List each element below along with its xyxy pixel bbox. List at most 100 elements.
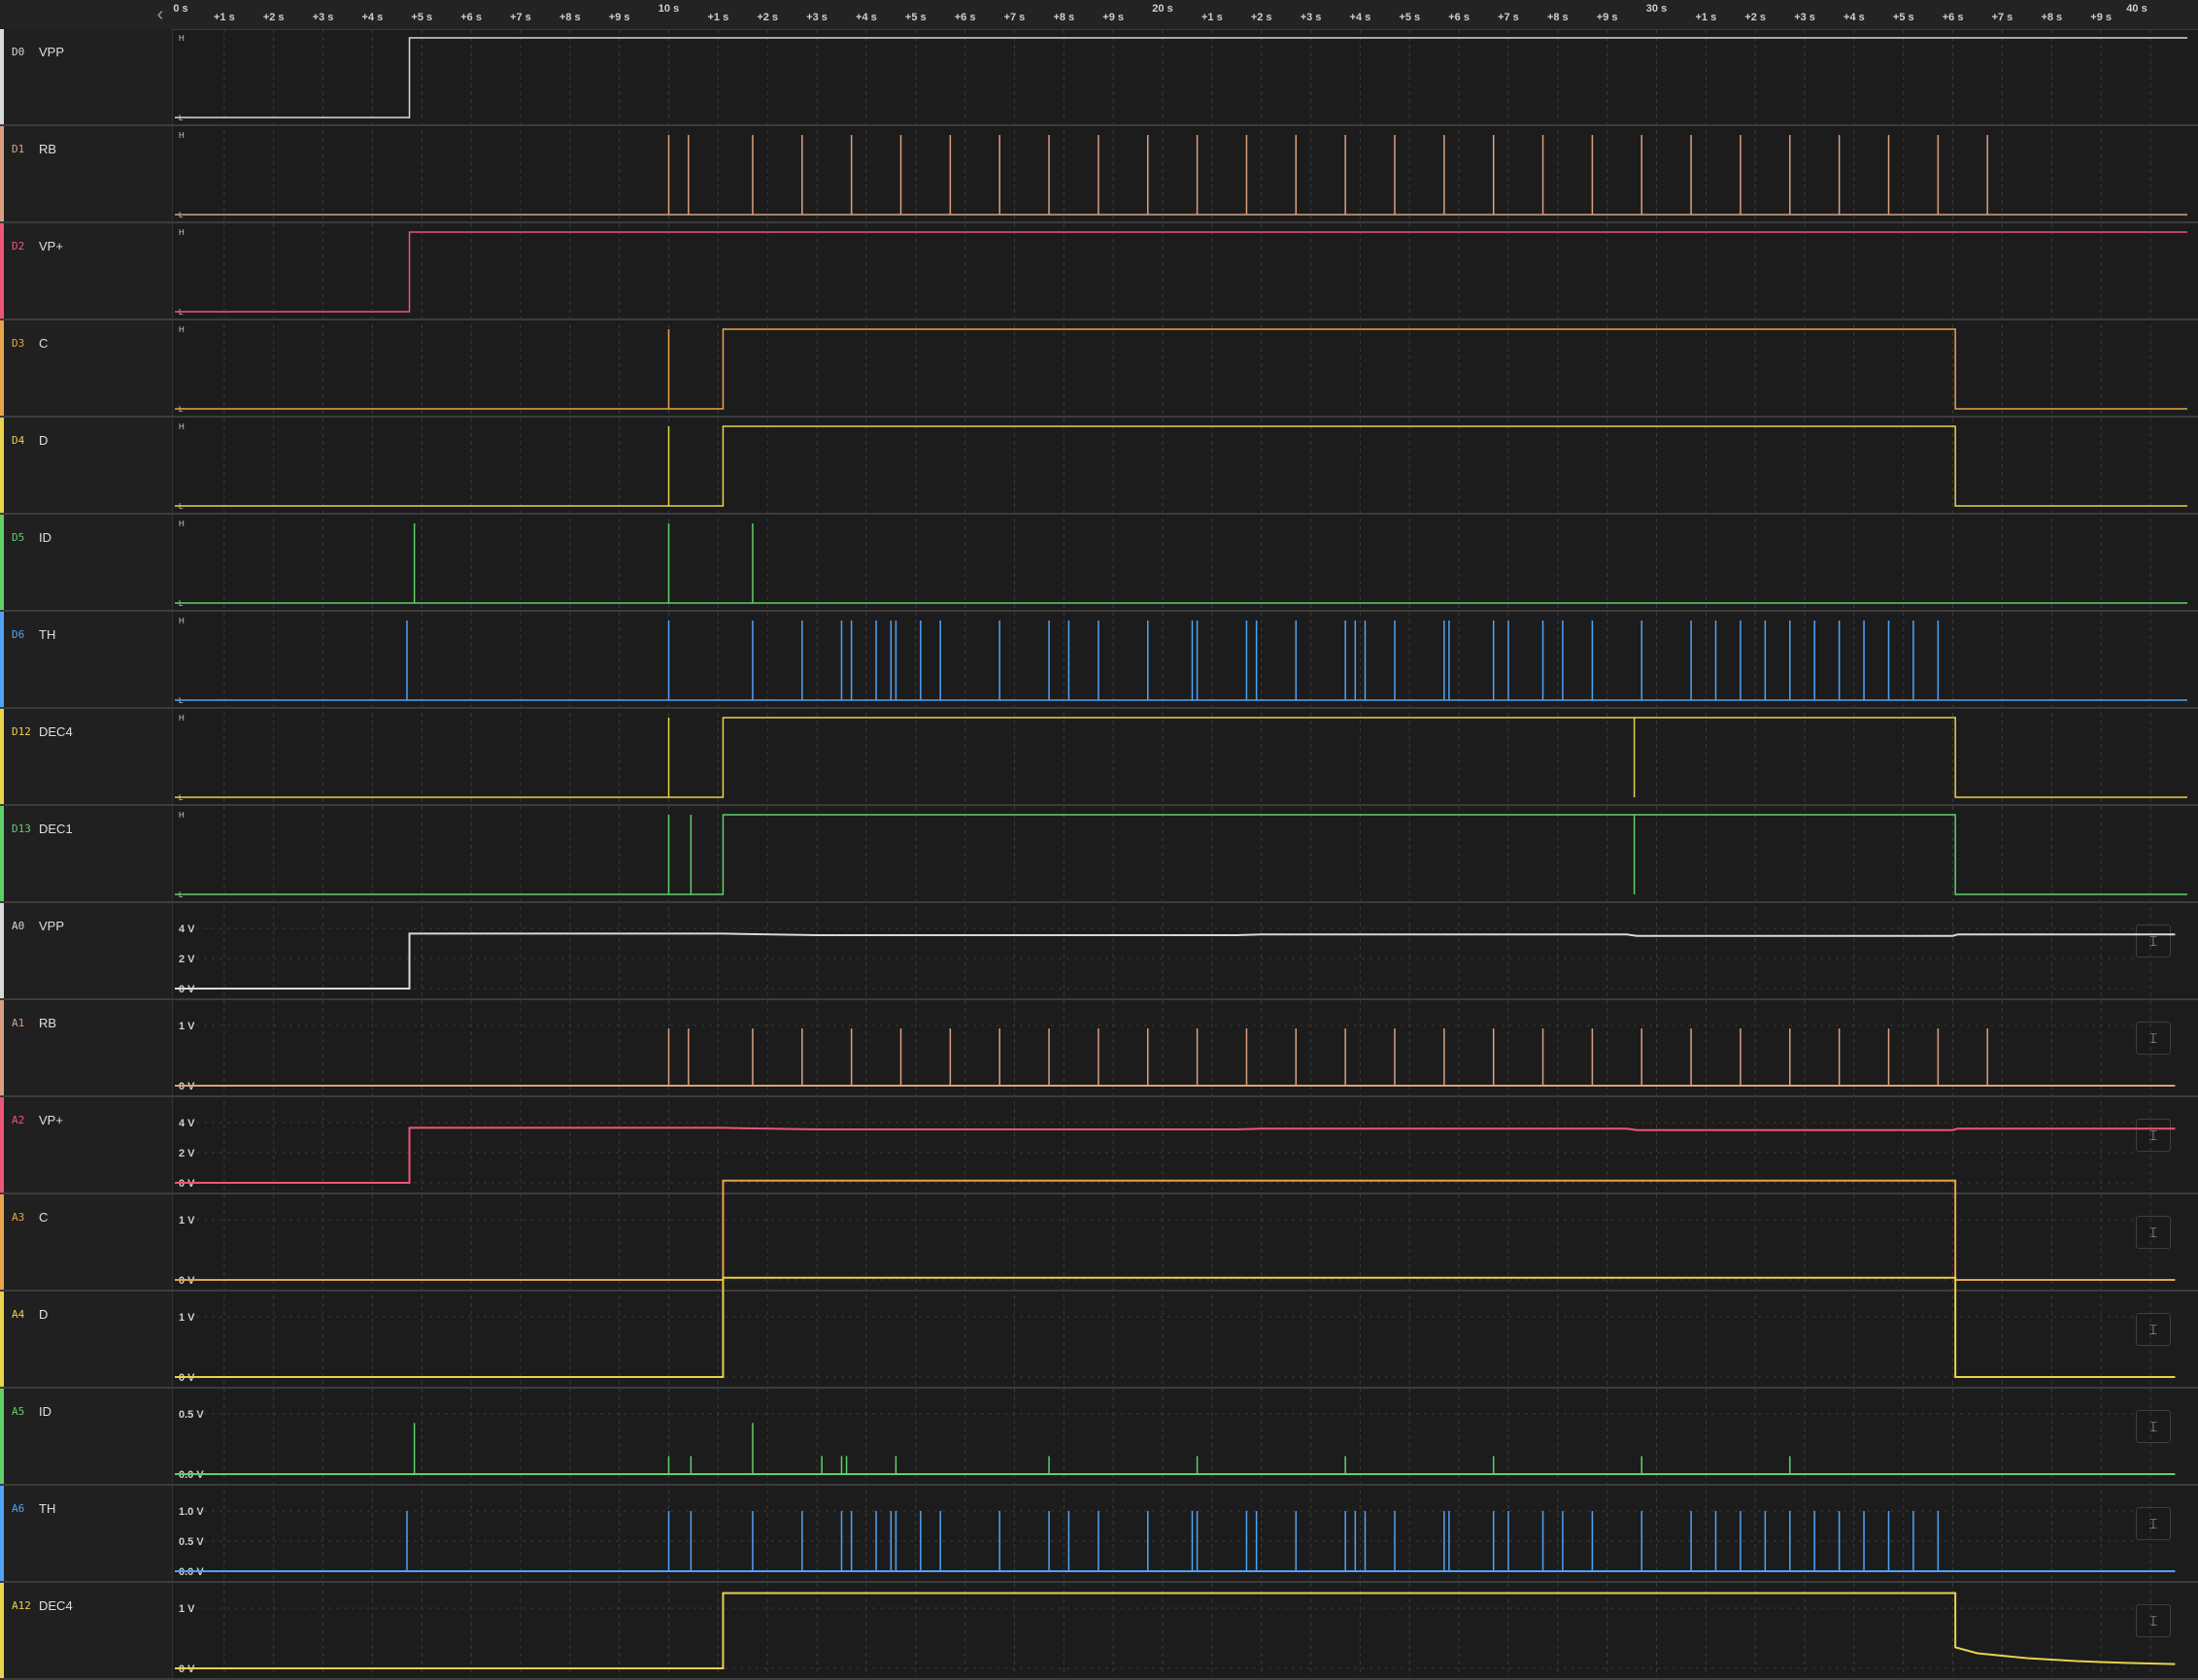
channel-name: RB [39,1016,57,1030]
channel-row-d1: D1 RB [0,126,2198,223]
ruler-minor-tick: +6 s [1448,12,1470,23]
ruler-minor-tick: +7 s [1991,12,2013,23]
fit-vertical-icon[interactable]: ⌶ [2136,1119,2171,1152]
channel-row-a1: A1 RB ⌶ [0,1000,2198,1097]
channel-label[interactable]: A0 VPP [0,903,173,998]
ruler-major-tick: 10 s [658,3,680,15]
ruler-minor-tick: +8 s [1053,12,1075,23]
channel-id: A1 [12,1017,25,1029]
ruler-major-tick: 40 s [2126,3,2147,15]
ruler-minor-tick: +4 s [361,12,384,23]
channel-row-a3: A3 C ⌶ [0,1194,2198,1292]
ruler-minor-tick: +2 s [1744,12,1767,23]
channel-label[interactable]: D6 TH [0,612,173,707]
ruler-minor-tick: +5 s [1892,12,1914,23]
ruler-minor-tick: +8 s [1546,12,1569,23]
channel-id: D13 [12,823,31,835]
channel-name: TH [39,627,56,642]
channel-label[interactable]: A12 DEC4 [0,1583,173,1678]
channel-name: D [39,1307,49,1322]
channel-label[interactable]: A4 D [0,1292,173,1387]
channel-row-d2: D2 VP+ [0,223,2198,320]
channel-id: D0 [12,46,25,58]
channel-row-d5: D5 ID [0,515,2198,612]
channel-name: C [39,1210,49,1225]
channel-row-d0: D0 VPP [0,29,2198,126]
channel-id: A6 [12,1502,25,1515]
channel-row-a5: A5 ID ⌶ [0,1389,2198,1486]
channel-row-d6: D6 TH [0,612,2198,709]
channel-label[interactable]: A6 TH [0,1486,173,1581]
ruler-minor-tick: +3 s [312,12,334,23]
channel-label[interactable]: D13 DEC1 [0,806,173,901]
ruler-minor-tick: +3 s [1794,12,1815,23]
channel-id: A2 [12,1114,25,1126]
channel-label[interactable]: D4 D [0,418,173,513]
channel-label[interactable]: A5 ID [0,1389,173,1484]
chevron-left-icon[interactable]: ‹ [146,2,175,27]
channel-row-d4: D4 D [0,418,2198,515]
ruler-major-tick: 20 s [1152,3,1173,15]
channel-label[interactable]: A1 RB [0,1000,173,1095]
channel-label[interactable]: D2 VP+ [0,223,173,319]
ruler-minor-tick: +4 s [1349,12,1371,23]
channel-name: C [39,336,49,351]
ruler-major-tick: 30 s [1645,3,1668,15]
channel-label[interactable]: D0 VPP [0,29,173,124]
channel-name: RB [39,142,57,156]
ruler-minor-tick: +6 s [460,12,482,23]
channel-id: D6 [12,628,25,641]
ruler-minor-tick: +2 s [757,12,779,23]
channel-row-a2: A2 VP+ ⌶ [0,1097,2198,1194]
ruler-minor-tick: +9 s [608,12,630,23]
channel-name: DEC4 [39,1598,73,1613]
ruler-minor-tick: +2 s [1250,12,1272,23]
channel-label[interactable]: A3 C [0,1194,173,1290]
ruler-minor-tick: +8 s [2041,12,2063,23]
channel-row-d3: D3 C [0,320,2198,418]
channel-label[interactable]: D5 ID [0,515,173,610]
channel-id: A4 [12,1308,25,1321]
channel-id: A3 [12,1211,25,1224]
channel-id: D12 [12,725,31,738]
channel-label[interactable]: D3 C [0,320,173,416]
fit-vertical-icon[interactable]: ⌶ [2136,1216,2171,1249]
ruler-minor-tick: +9 s [2090,12,2112,23]
channel-label[interactable]: D1 RB [0,126,173,221]
ruler-minor-tick: +7 s [1003,12,1026,23]
channel-row-d12: D12 DEC4 [0,709,2198,806]
channel-id: A5 [12,1405,25,1418]
channel-label[interactable]: D12 DEC4 [0,709,173,804]
ruler-minor-tick: +5 s [411,12,433,23]
channel-id: D2 [12,240,25,252]
ruler-minor-tick: +7 s [510,12,531,23]
time-ruler[interactable]: ‹ 0 s +1 s +2 s +3 s +4 s +5 s +6 s +7 s +8 s +9 … [0,0,2198,30]
channel-id: D4 [12,434,25,447]
ruler-minor-tick: +5 s [904,12,927,23]
ruler-minor-tick: +3 s [1300,12,1322,23]
ruler-minor-tick: +8 s [558,12,581,23]
fit-vertical-icon[interactable]: ⌶ [2136,1410,2171,1443]
fit-vertical-icon[interactable]: ⌶ [2136,924,2171,958]
channel-name: DEC1 [39,822,73,836]
channel-row-a12: A12 DEC4 ⌶ [0,1583,2198,1680]
channel-id: D3 [12,337,25,350]
channel-name: VP+ [39,1113,63,1127]
ruler-minor-tick: +1 s [707,12,729,23]
channel-row-d13: D13 DEC1 [0,806,2198,903]
fit-vertical-icon[interactable]: ⌶ [2136,1313,2171,1346]
channel-name: ID [39,530,51,545]
fit-vertical-icon[interactable]: ⌶ [2136,1507,2171,1540]
fit-vertical-icon[interactable]: ⌶ [2136,1022,2171,1055]
ruler-major-tick: 0 s [173,3,188,15]
fit-vertical-icon[interactable]: ⌶ [2136,1604,2171,1637]
channel-id: D5 [12,531,25,544]
ruler-minor-tick: +1 s [1695,12,1717,23]
channel-name: VP+ [39,239,63,253]
channel-id: D1 [12,143,25,155]
channel-name: DEC4 [39,724,73,739]
channel-name: VPP [39,45,65,59]
channel-label[interactable]: A2 VP+ [0,1097,173,1193]
ruler-minor-tick: +5 s [1399,12,1421,23]
ruler-minor-tick: +6 s [1942,12,1964,23]
